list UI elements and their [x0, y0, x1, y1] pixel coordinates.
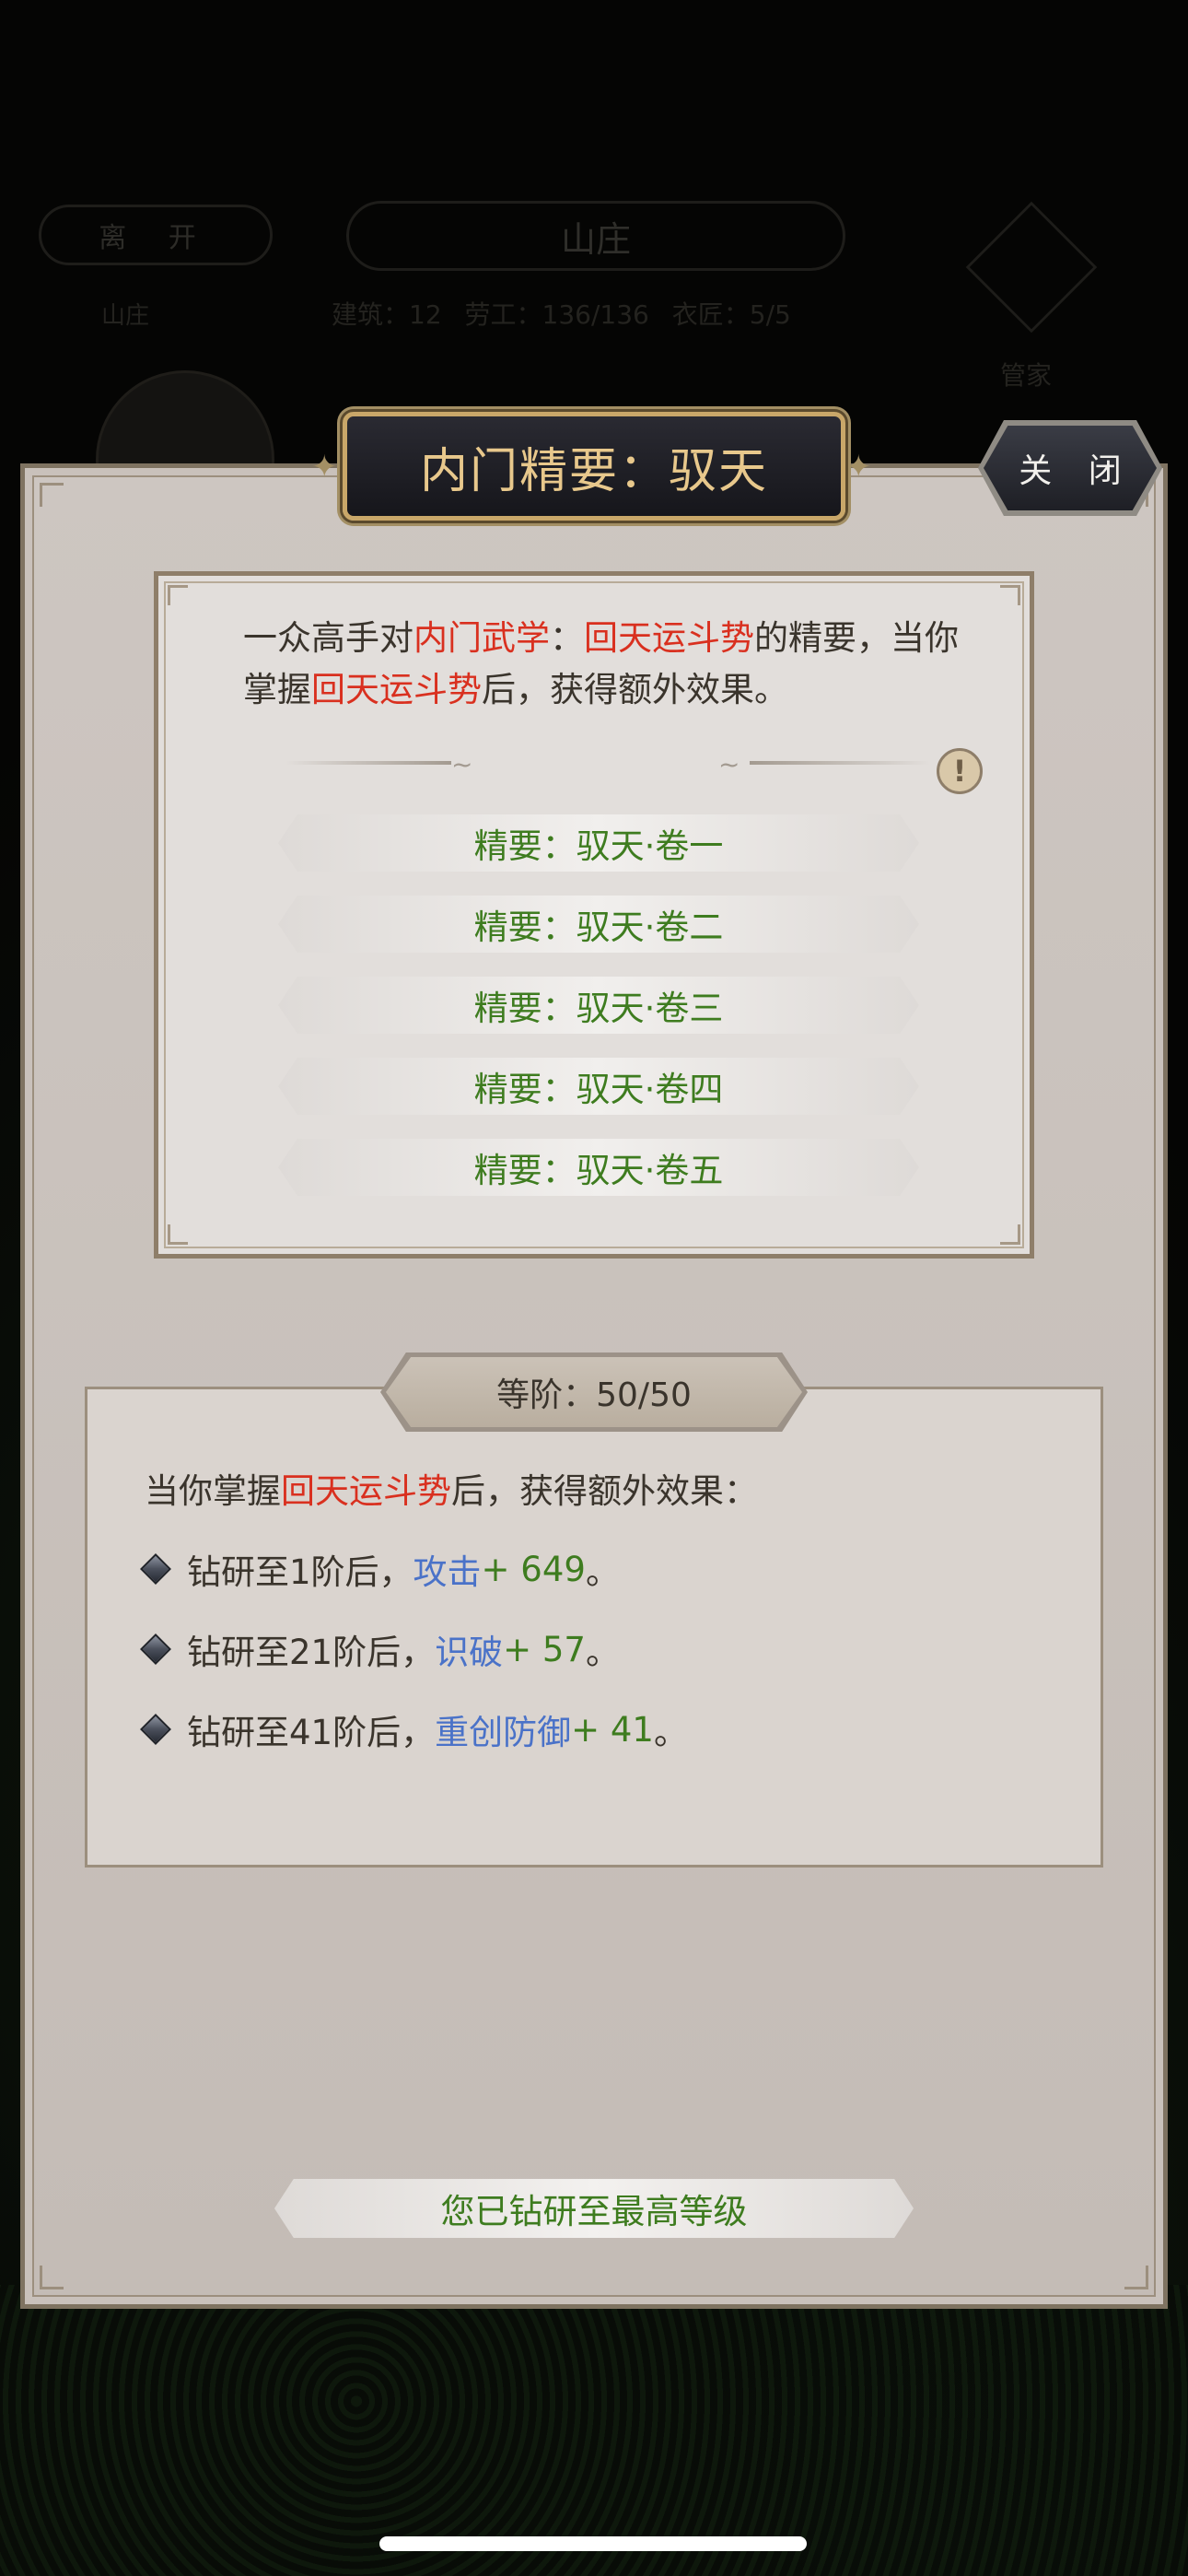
effects-intro-part: 后，获得额外效果：: [451, 1471, 758, 1511]
stat-labor: 劳工：136/136: [464, 299, 649, 330]
effects-intro-skill: 回天运斗势: [281, 1471, 451, 1511]
effects-intro-part: 当你掌握: [145, 1471, 281, 1511]
divider-line-right: [750, 761, 930, 765]
home-indicator[interactable]: [379, 2536, 807, 2551]
corner-ornament: [168, 1224, 188, 1245]
intro-highlight-skill: 回天运斗势: [311, 670, 482, 709]
divider-line-left: [285, 761, 451, 765]
volume-list: 精要：驭天·卷一 精要：驭天·卷二 精要：驭天·卷三 精要：驭天·卷四 精要：驭…: [278, 814, 919, 1220]
effects-box: 当你掌握回天运斗势后，获得额外效果： 钻研至1阶后， 攻击 + 649。 钻研至2…: [85, 1387, 1103, 1868]
corner-ornament: [1000, 585, 1020, 605]
effect-value: + 41: [571, 1709, 654, 1750]
effect-suffix: 。: [653, 1713, 688, 1752]
volume-item-2[interactable]: 精要：驭天·卷二: [278, 896, 919, 953]
volume-item-3[interactable]: 精要：驭天·卷三: [278, 977, 919, 1034]
effect-value: + 649: [481, 1549, 586, 1589]
volume-item-4[interactable]: 精要：驭天·卷四: [278, 1058, 919, 1115]
effect-value: + 57: [503, 1629, 586, 1669]
corner-ornament: [168, 585, 188, 605]
diamond-bullet-icon: [140, 1714, 171, 1745]
effects-intro: 当你掌握回天运斗势后，获得额外效果：: [145, 1463, 758, 1513]
effect-prefix: 钻研至21阶后，: [187, 1633, 436, 1672]
effect-stat: 重创防御: [435, 1713, 572, 1752]
corner-ornament: [1124, 2266, 1148, 2289]
diamond-bullet-icon: [140, 1633, 171, 1665]
background-foliage: [0, 2285, 1188, 2576]
estate-label: 山庄: [101, 302, 150, 330]
effect-prefix: 钻研至41阶后，: [187, 1713, 436, 1752]
stat-tailors: 衣匠：5/5: [671, 299, 791, 330]
diamond-bullet-icon: [140, 1553, 171, 1585]
volume-item-5[interactable]: 精要：驭天·卷五: [278, 1139, 919, 1196]
intro-part: 后，获得额外效果。: [482, 670, 788, 709]
page-title: 山庄: [346, 201, 845, 271]
corner-ornament: [1000, 1224, 1020, 1245]
max-level-status: 您已钻研至最高等级: [274, 2179, 914, 2238]
intro-text: 一众高手对内门武学：回天运斗势的精要，当你掌握回天运斗势后，获得额外效果。: [243, 613, 961, 716]
effect-suffix: 。: [585, 1633, 620, 1672]
effect-prefix: 钻研至1阶后，: [187, 1552, 413, 1592]
leave-button: 离 开: [39, 205, 273, 265]
intro-highlight-skill: 回天运斗势: [584, 618, 754, 658]
info-icon[interactable]: !: [937, 748, 983, 794]
essence-box: 一众高手对内门武学：回天运斗势的精要，当你掌握回天运斗势后，获得额外效果。 ~ …: [154, 571, 1034, 1259]
intro-part: ：: [550, 618, 584, 658]
effect-stat: 攻击: [413, 1552, 482, 1592]
rank-label: 等阶：50/50: [386, 1357, 802, 1427]
divider-curl-right: ~: [718, 749, 740, 779]
modal-title: 内门精要：驭天: [343, 412, 845, 521]
title-ornament-right: ✦: [845, 449, 872, 486]
effect-row-2: 钻研至21阶后， 识破 + 57。: [140, 1624, 620, 1674]
divider-curl-left: ~: [451, 749, 473, 779]
effect-row-1: 钻研至1阶后， 攻击 + 649。: [140, 1544, 620, 1594]
effect-stat: 识破: [435, 1633, 504, 1672]
close-button[interactable]: 关 闭: [984, 426, 1157, 510]
effect-row-3: 钻研至41阶后， 重创防御 + 41。: [140, 1704, 688, 1754]
steward-label: 管家: [1000, 360, 1053, 391]
effect-suffix: 。: [585, 1552, 620, 1592]
intro-part: 一众高手对: [243, 618, 413, 658]
intro-highlight-school: 内门武学: [413, 618, 550, 658]
stat-buildings: 建筑：12: [332, 299, 442, 330]
estate-stats: 建筑：12 劳工：136/136 衣匠：5/5: [332, 295, 884, 332]
volume-item-1[interactable]: 精要：驭天·卷一: [278, 814, 919, 872]
corner-ornament: [40, 483, 64, 507]
corner-ornament: [40, 2266, 64, 2289]
